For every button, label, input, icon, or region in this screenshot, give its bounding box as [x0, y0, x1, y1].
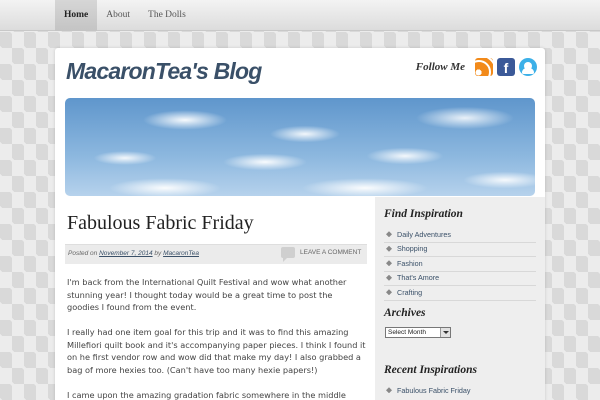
recent-item-fabulous-fabric-friday[interactable]: Fabulous Fabric Friday — [386, 383, 471, 398]
find-inspiration-title: Find Inspiration — [384, 208, 463, 220]
nav-item-about[interactable]: About — [97, 0, 139, 31]
archives-month-select[interactable]: Select Month — [385, 327, 451, 338]
divider — [384, 300, 536, 301]
sidebar-item-label: Fashion — [397, 258, 423, 268]
post-meta: Posted on November 7, 2014 by MacaronTea — [68, 250, 199, 257]
sidebar-item-label: Daily Adventures — [397, 229, 451, 239]
blog-title[interactable]: MacaronTea's Blog — [66, 58, 262, 85]
sidebar-item-label: Shopping — [397, 244, 428, 254]
leave-comment-link[interactable]: LEAVE A COMMENT — [300, 249, 361, 256]
divider — [384, 256, 536, 257]
post-date-link[interactable]: November 7, 2014 — [99, 250, 152, 257]
sidebar-item-label: That's Amore — [397, 273, 440, 283]
post-title[interactable]: Fabulous Fabric Friday — [67, 212, 254, 235]
sidebar-item-fashion[interactable]: Fashion — [386, 256, 451, 271]
facebook-icon[interactable]: f — [497, 58, 515, 76]
divider — [384, 271, 536, 272]
bullet-icon — [386, 245, 392, 252]
follow-me-label: Follow Me — [415, 61, 465, 73]
sidebar-item-thats-amore[interactable]: That's Amore — [386, 271, 451, 286]
nav-item-the-dolls[interactable]: The Dolls — [139, 0, 195, 31]
post-paragraph: I came upon the amazing gradation fabric… — [67, 389, 346, 400]
divider — [384, 285, 536, 286]
post-body: I'm back from the International Quilt Fe… — [67, 276, 367, 400]
inspiration-list: Daily Adventures Shopping Fashion That's… — [386, 227, 451, 300]
posted-on-label: Posted on — [68, 250, 98, 257]
archives-title: Archives — [384, 307, 426, 319]
bullet-icon — [386, 387, 392, 394]
rss-icon[interactable] — [475, 58, 493, 76]
sidebar-item-label: Crafting — [397, 287, 423, 297]
bullet-icon — [386, 231, 392, 238]
top-navigation-bar: Home About The Dolls — [0, 0, 600, 31]
post-paragraph: I'm back from the International Quilt Fe… — [67, 277, 347, 312]
header-sky-image — [65, 98, 535, 196]
sidebar-item-daily-adventures[interactable]: Daily Adventures — [386, 227, 451, 242]
main-nav: Home About The Dolls — [55, 0, 195, 31]
follow-me-group: Follow Me f — [416, 58, 537, 76]
bullet-icon — [386, 274, 392, 281]
by-label: by — [154, 250, 162, 257]
post-paragraph: I really had one item goal for this trip… — [67, 327, 366, 375]
recent-inspirations-title: Recent Inspirations — [384, 364, 477, 376]
nav-item-home[interactable]: Home — [55, 0, 98, 31]
archives-select-value: Select Month — [388, 329, 426, 336]
sidebar-item-crafting[interactable]: Crafting — [386, 285, 451, 300]
twitter-icon[interactable] — [519, 58, 537, 76]
bullet-icon — [386, 260, 392, 267]
recent-item-label: Fabulous Fabric Friday — [397, 385, 471, 395]
comment-group: LEAVE A COMMENT — [281, 247, 361, 262]
comment-bubble-icon[interactable] — [281, 247, 295, 262]
sidebar-item-shopping[interactable]: Shopping — [386, 242, 451, 257]
divider — [384, 242, 536, 243]
chevron-down-icon — [440, 328, 450, 337]
bullet-icon — [386, 289, 392, 296]
post-author-link[interactable]: MacaronTea — [163, 250, 199, 257]
recent-list: Fabulous Fabric Friday — [386, 383, 471, 398]
